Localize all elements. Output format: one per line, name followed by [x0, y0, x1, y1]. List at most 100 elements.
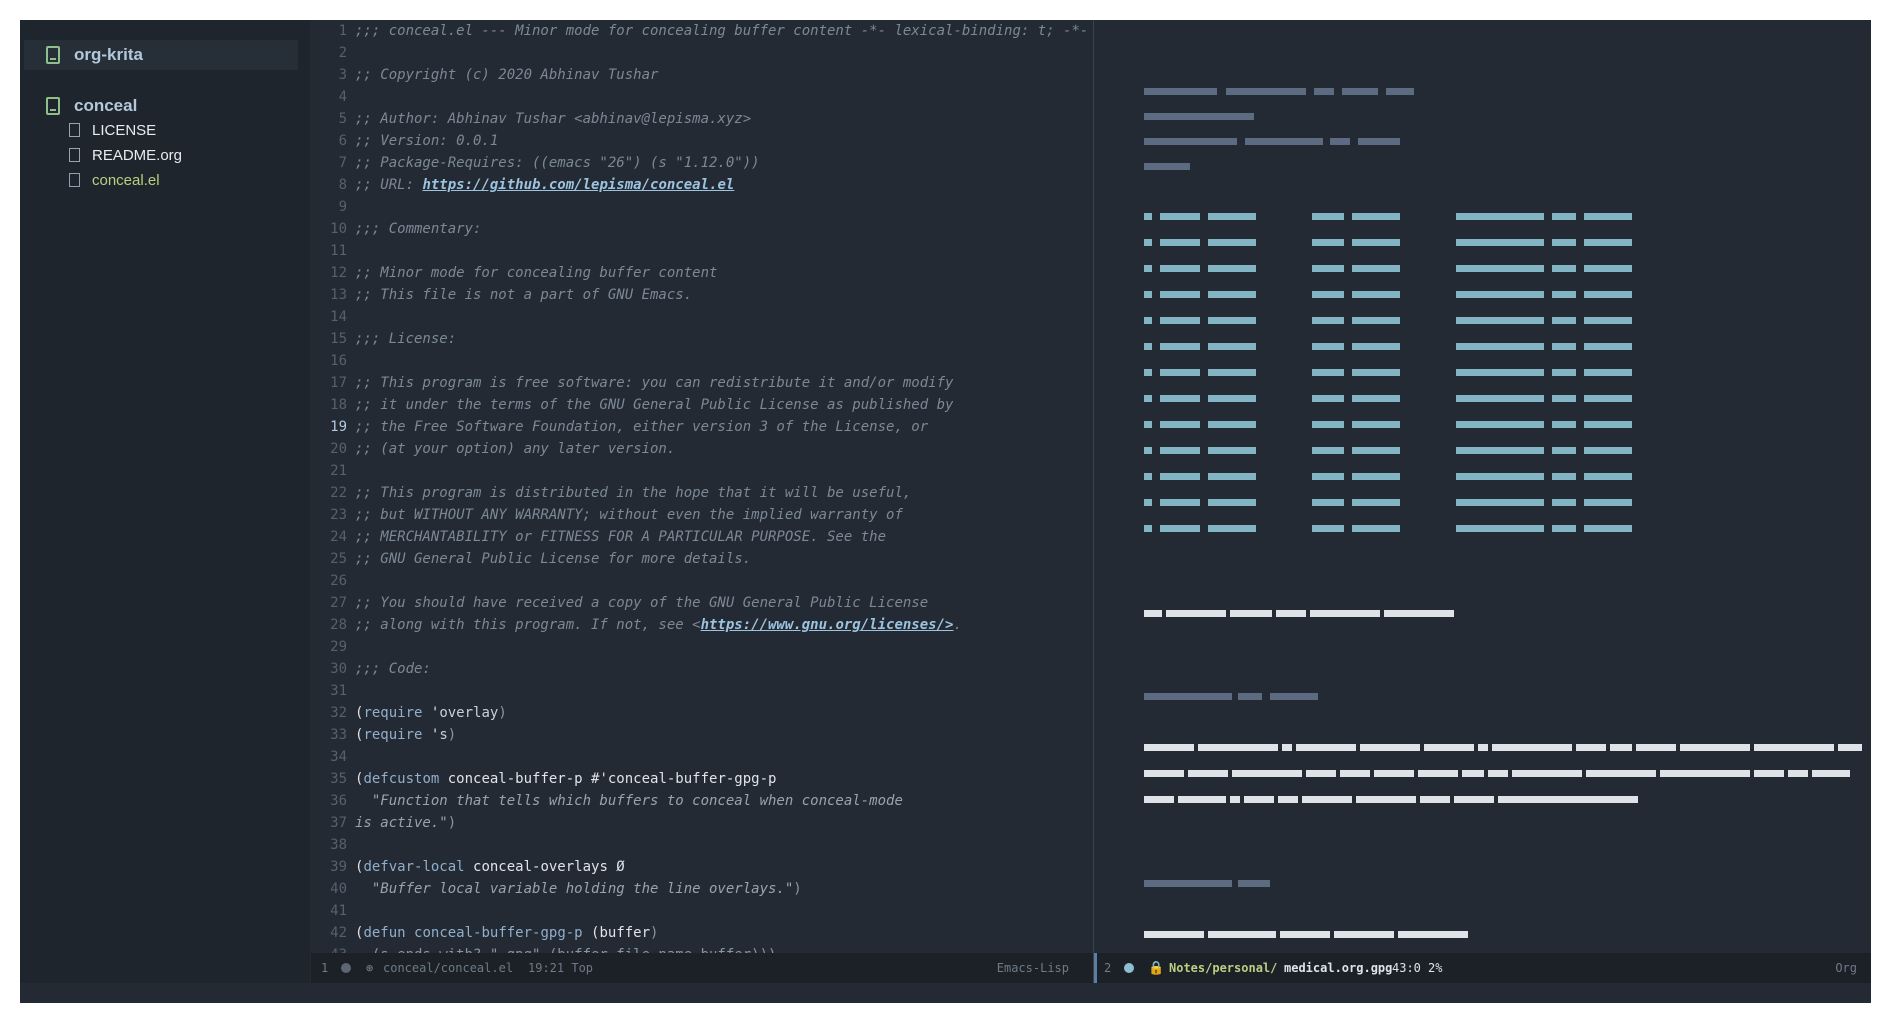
code-line[interactable]: 31	[311, 680, 355, 702]
code-token: require	[363, 727, 423, 743]
code-line[interactable]: 9	[311, 196, 355, 218]
concealed-table-cell	[1456, 213, 1544, 220]
concealed-table-cell	[1208, 525, 1256, 532]
code-line[interactable]: 42 (defun conceal-buffer-gpg-p (buffer)	[311, 922, 658, 944]
code-line[interactable]: 5 ;; Author: Abhinav Tushar <abhinav@lepi…	[311, 108, 752, 130]
status-dot-icon	[1124, 963, 1134, 973]
code-line[interactable]: 21	[311, 460, 355, 482]
code-line[interactable]: 11	[311, 240, 355, 262]
concealed-table-cell	[1552, 239, 1576, 246]
code-line[interactable]: 30 ;;; Code:	[311, 658, 431, 680]
concealed-buffer[interactable]	[1094, 20, 1871, 953]
code-line[interactable]: 10 ;;; Commentary:	[311, 218, 481, 240]
concealed-table-cell	[1352, 291, 1400, 298]
code-line[interactable]: 28 ;; along with this program. If not, se…	[311, 614, 962, 636]
concealed-text-word	[1838, 744, 1862, 751]
code-token: defvar-local	[363, 859, 465, 875]
concealed-table-cell	[1352, 499, 1400, 506]
code-line[interactable]: 35 (defcustom conceal-buffer-p #'conceal-…	[311, 768, 776, 790]
code-editor[interactable]: 1 ;;; conceal.el --- Minor mode for conce…	[311, 20, 1093, 953]
concealed-table-cell	[1160, 317, 1200, 324]
concealed-table-cell	[1552, 499, 1576, 506]
code-line[interactable]: 41	[311, 900, 355, 922]
code-link[interactable]: https://www.gnu.org/licenses/>	[701, 617, 954, 633]
code-token: ;; Copyright (c) 2020 Abhinav Tushar	[355, 67, 659, 83]
code-line[interactable]: 29	[311, 636, 355, 658]
code-line[interactable]: 40 "Buffer local variable holding the li…	[311, 878, 802, 900]
concealed-text-word	[1334, 931, 1394, 938]
code-token: conceal-buffer-p #'conceal-buffer-gpg-p	[439, 771, 777, 787]
sidebar-file-license[interactable]: LICENSE	[69, 119, 156, 141]
code-line[interactable]: 2	[311, 42, 355, 64]
concealed-table-cell	[1312, 343, 1344, 350]
code-line[interactable]: 16	[311, 350, 355, 372]
cursor-position: 43:0	[1392, 961, 1421, 975]
code-line[interactable]: 27 ;; You should have received a copy of …	[311, 592, 928, 614]
concealed-table-cell	[1584, 317, 1632, 324]
code-line[interactable]: 22 ;; This program is distributed in the …	[311, 482, 911, 504]
code-token: ;; Package-Requires: ((emacs "26") (s "1…	[355, 155, 760, 171]
concealed-table-cell	[1584, 343, 1632, 350]
concealed-text-word	[1488, 770, 1508, 777]
concealed-table-cell	[1208, 213, 1256, 220]
code-line[interactable]: 20 ;; (at your option) any later version.	[311, 438, 675, 460]
sidebar-file-readme[interactable]: README.org	[69, 144, 182, 166]
window-number: 1	[321, 961, 329, 975]
concealed-header-word	[1144, 880, 1232, 887]
concealed-text-word	[1454, 796, 1494, 803]
code-line[interactable]: 12 ;; Minor mode for concealing buffer co…	[311, 262, 717, 284]
code-line[interactable]: 1 ;;; conceal.el --- Minor mode for conce…	[311, 20, 1089, 42]
code-line[interactable]: 19 ;; the Free Software Foundation, eithe…	[311, 416, 928, 438]
code-line[interactable]: 39 (defvar-local conceal-overlays Ø	[311, 856, 625, 878]
code-link[interactable]: https://github.com/lepisma/conceal.el	[422, 177, 734, 193]
code-line[interactable]: 17 ;; This program is free software: you …	[311, 372, 953, 394]
code-line[interactable]: 6 ;; Version: 0.0.1	[311, 130, 499, 152]
concealed-table-cell	[1208, 317, 1256, 324]
concealed-table-cell	[1144, 473, 1152, 480]
code-line[interactable]: 34	[311, 746, 355, 768]
code-line[interactable]: 23 ;; but WITHOUT ANY WARRANTY; without e…	[311, 504, 903, 526]
concealed-text-word	[1230, 610, 1272, 617]
code-line[interactable]: 33 (require 's)	[311, 724, 456, 746]
code-line[interactable]: 18 ;; it under the terms of the GNU Gener…	[311, 394, 953, 416]
concealed-table-cell	[1160, 421, 1200, 428]
concealed-text-word	[1188, 770, 1228, 777]
concealed-text-word	[1280, 931, 1330, 938]
code-token: '	[422, 727, 440, 743]
sidebar-file-conceal-el[interactable]: conceal.el	[69, 169, 160, 191]
code-line[interactable]: 25 ;; GNU General Public License for more…	[311, 548, 751, 570]
code-line[interactable]: 14	[311, 306, 355, 328]
code-line[interactable]: 15 ;;; License:	[311, 328, 456, 350]
concealed-table-cell	[1552, 525, 1576, 532]
code-line[interactable]: 32 (require 'overlay)	[311, 702, 507, 724]
git-icon: ⊛	[366, 961, 374, 975]
concealed-table-cell	[1456, 447, 1544, 454]
code-token: is active."	[355, 815, 448, 831]
file-name: LICENSE	[92, 121, 157, 139]
concealed-text-word	[1754, 744, 1834, 751]
code-line[interactable]: 37 is active.")	[311, 812, 456, 834]
code-line[interactable]: 38	[311, 834, 355, 856]
code-line[interactable]: 13 ;; This file is not a part of GNU Emac…	[311, 284, 692, 306]
code-line[interactable]: 36 "Function that tells which buffers to…	[311, 790, 903, 812]
code-line[interactable]: 26	[311, 570, 355, 592]
code-line[interactable]: 8 ;; URL: https://github.com/lepisma/conc…	[311, 174, 735, 196]
concealed-header-word	[1226, 88, 1306, 95]
code-line[interactable]: 3 ;; Copyright (c) 2020 Abhinav Tushar	[311, 64, 659, 86]
code-line[interactable]: 43 (s-ends-with? ".gpg" (buffer-file-nam…	[311, 944, 776, 953]
sidebar-project-conceal[interactable]: conceal	[24, 91, 137, 121]
code-token: ;; Author: Abhinav Tushar <abhinav@lepis…	[355, 111, 752, 127]
line-number: 13	[330, 287, 347, 303]
code-line[interactable]: 7 ;; Package-Requires: ((emacs "26") (s "…	[311, 152, 760, 174]
code-token: ;; the Free Software Foundation, either …	[355, 419, 929, 435]
concealed-table-cell	[1160, 213, 1200, 220]
minibuffer[interactable]	[20, 983, 1871, 1003]
line-number: 28	[330, 617, 347, 633]
concealed-text-word	[1144, 796, 1174, 803]
code-line[interactable]: 4	[311, 86, 355, 108]
code-line[interactable]: 24 ;; MERCHANTABILITY or FITNESS FOR A PA…	[311, 526, 886, 548]
sidebar-project-org-krita[interactable]: org-krita	[24, 40, 298, 70]
code-token: (buffer	[582, 925, 651, 941]
concealed-table-cell	[1144, 499, 1152, 506]
line-number: 20	[330, 441, 347, 457]
